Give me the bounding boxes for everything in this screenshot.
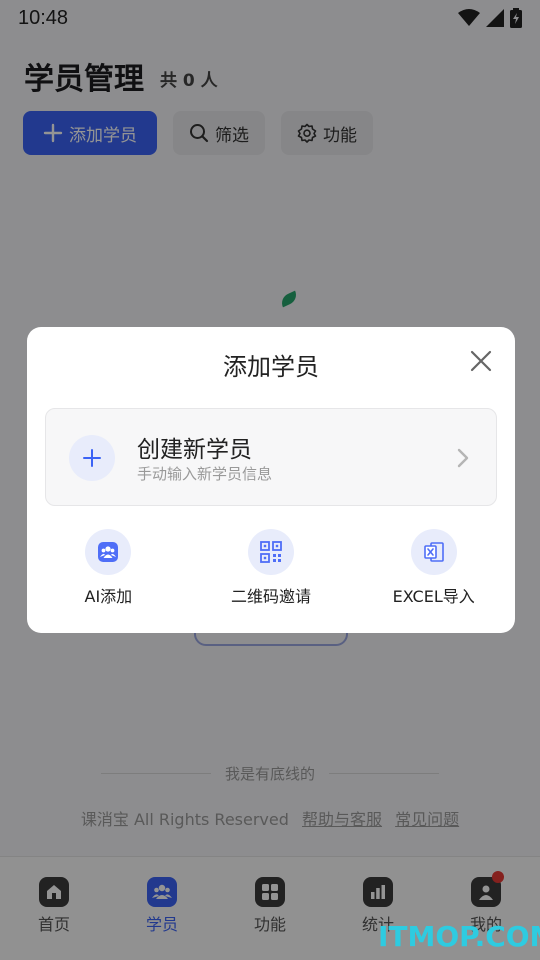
create-plus-circle (69, 435, 115, 481)
create-student-subtitle: 手动输入新学员信息 (137, 465, 273, 483)
qrcode-invite-action[interactable]: 二维码邀请 (190, 529, 353, 607)
excel-icon (410, 529, 457, 575)
dialog-title: 添加学员 (223, 353, 319, 381)
create-student-title: 创建新学员 (137, 437, 252, 463)
excel-import-label: EXCEL导入 (392, 587, 475, 606)
ai-add-action[interactable]: AI添加 (27, 529, 190, 607)
close-icon[interactable] (467, 347, 495, 375)
qrcode-invite-label: 二维码邀请 (231, 587, 312, 606)
add-method-actions: AI添加 二维码邀请 EXCEL导入 (27, 529, 515, 607)
chevron-right-icon (457, 448, 469, 468)
qrcode-icon (248, 529, 294, 575)
excel-import-action[interactable]: EXCEL导入 (352, 529, 515, 607)
add-student-dialog: 添加学员 创建新学员 手动输入新学员信息 AI添加 二维码邀请 EXCEL导入 (27, 327, 515, 633)
app-root: 10:48 学员管理 共 0 人 添加学员 筛选 功能 我是有底线的 课消宝 A… (0, 0, 540, 960)
ai-people-icon (85, 529, 132, 575)
watermark: ITMOP.COM (378, 920, 540, 953)
create-student-card[interactable]: 创建新学员 手动输入新学员信息 (45, 408, 497, 506)
ai-add-label: AI添加 (84, 587, 133, 606)
plus-icon (83, 449, 101, 467)
